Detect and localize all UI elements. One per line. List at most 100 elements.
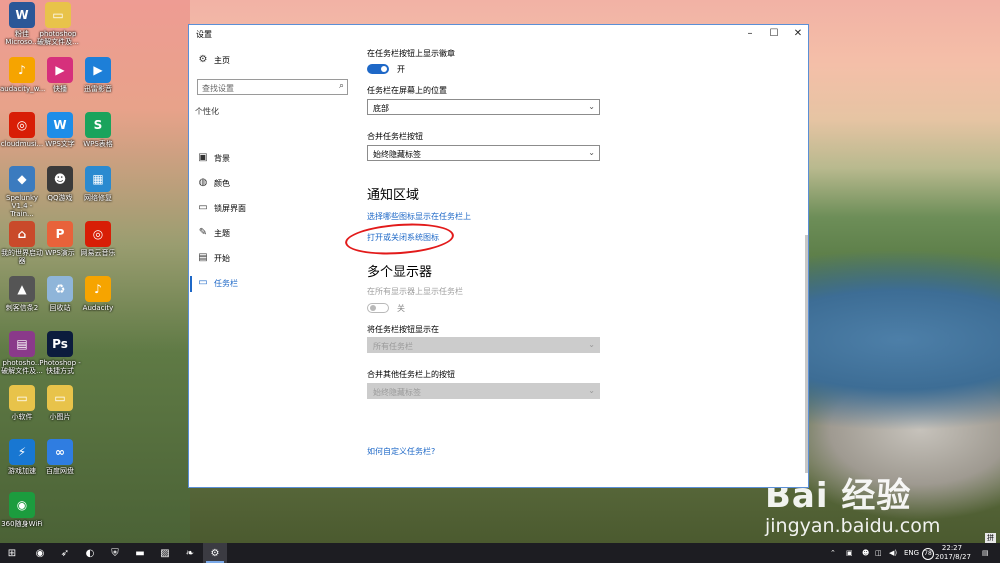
show-all-displays-toggle[interactable] (367, 303, 389, 313)
combine-value: 始终隐藏标签 (373, 150, 421, 159)
wps-sheet-icon: S (85, 112, 111, 138)
baidu-netdisk-icon: ∞ (47, 439, 73, 465)
start-menu-icon: ▤ (198, 252, 208, 263)
tray-overflow-chevron-icon[interactable]: ⌃ (830, 543, 836, 563)
netease-music-icon: ◎ (9, 112, 35, 138)
sidebar-item-lock-screen[interactable]: ▭ 锁屏界面 (189, 199, 355, 219)
desktop-icon[interactable]: ▭ photoshop 破解文件及... (36, 2, 80, 46)
sidebar-item-taskbar[interactable]: ▭ 任务栏 (189, 274, 355, 294)
photoshop-icon: Ps (47, 331, 73, 357)
desktop-icon-label: 迅雷影音 (84, 85, 112, 93)
theme-brush-icon: ✎ (198, 227, 208, 238)
desktop-icon[interactable]: Ps Photoshop - 快捷方式 (38, 331, 82, 375)
photos-icon[interactable]: ▨ (153, 543, 177, 563)
system-icons-link[interactable]: 打开或关闭系统图标 (344, 220, 455, 258)
file-explorer-icon[interactable]: ▬ (128, 543, 152, 563)
badges-toggle[interactable] (367, 64, 389, 74)
desktop-icon[interactable]: ∞ 百度网盘 (38, 439, 82, 475)
customize-taskbar-link[interactable]: 如何自定义任务栏? (367, 446, 435, 457)
folder-icon-small-software: ▭ (9, 385, 35, 411)
badges-toggle-state: 开 (397, 65, 405, 74)
show-all-displays-state: 关 (397, 304, 405, 313)
assassin-creed-icon: ▲ (9, 276, 35, 302)
ime-indicator[interactable]: 拼 (985, 533, 996, 543)
sidebar-item-start[interactable]: ▤ 开始 (189, 249, 355, 269)
browser-feather-icon[interactable]: ➶ (53, 543, 77, 563)
folder-icon: ▭ (45, 2, 71, 28)
desktop-icon[interactable]: ◉ 360随身WiFi (0, 492, 44, 528)
search-input[interactable]: 查找设置 ⌕ (197, 79, 348, 95)
clock-time: 22:27 (941, 544, 963, 552)
network-icon[interactable]: ◫ (875, 543, 882, 563)
sidebar-item-themes[interactable]: ✎ 主题 (189, 224, 355, 244)
maximize-button[interactable]: ☐ (762, 27, 786, 41)
select-taskbar-icons-link[interactable]: 选择哪些图标显示在任务栏上 (367, 211, 471, 222)
wifi-360-icon: ◉ (9, 492, 35, 518)
browser-360-icon[interactable]: ◉ (28, 543, 52, 563)
combine-other-dropdown[interactable]: 始终隐藏标签 ⌄ (367, 383, 600, 399)
palette-icon: ◍ (198, 177, 208, 188)
sidebar-home-label: 主页 (214, 56, 230, 65)
taskbar-settings-content: 在任务栏按钮上显示徽章 开 任务栏在屏幕上的位置 底部 ⌄ 合并任务栏按钮 始终… (344, 43, 787, 487)
folder-icon-small-pictures: ▭ (47, 385, 73, 411)
picture-icon: ▣ (198, 152, 208, 163)
badges-label: 在任务栏按钮上显示徽章 (367, 49, 455, 58)
show-all-displays-label: 在所有显示器上显示任务栏 (367, 287, 463, 296)
sidebar-item-label: 主题 (214, 229, 230, 238)
show-buttons-dropdown[interactable]: 所有任务栏 ⌄ (367, 337, 600, 353)
position-label: 任务栏在屏幕上的位置 (367, 86, 447, 95)
combine-other-value: 始终隐藏标签 (373, 388, 421, 397)
window-title: 设置 (196, 30, 212, 39)
watermark-url: jingyan.baidu.com (765, 515, 941, 537)
action-center-icon[interactable]: ▤ (982, 543, 989, 563)
game-icon: ◆ (9, 166, 35, 192)
desktop-icon[interactable]: S WPS表格 (76, 112, 120, 148)
sidebar-item-home[interactable]: ⚙ 主页 (189, 51, 355, 71)
section-personalization: 个性化 (195, 107, 219, 116)
settings-gear-icon[interactable]: ⚙ (203, 543, 227, 563)
desktop-icon[interactable]: ◎ 网易云音乐 (76, 221, 120, 257)
xunlei-icon[interactable]: ◐ (78, 543, 102, 563)
sidebar-item-label: 颜色 (214, 179, 230, 188)
chevron-down-icon: ⌄ (588, 340, 595, 349)
chevron-down-icon: ⌄ (588, 148, 595, 157)
taskbar: ⊞ ◉ ➶ ◐ ⛨ ▬ ▨ ❧ ⚙ ⌃ ▣ ☻ ◫ ◀) ENG 78 22:27 2017/… (0, 543, 1000, 563)
input-language[interactable]: ENG (904, 543, 919, 563)
sidebar-item-colors[interactable]: ◍ 颜色 (189, 174, 355, 194)
desktop-icon[interactable]: ▦ 网络修复 (76, 166, 120, 202)
vertical-scrollbar[interactable] (805, 235, 808, 473)
minimize-button[interactable]: – (738, 27, 762, 41)
settings-sidebar: ⚙ 主页 查找设置 ⌕ 个性化 ▣ 背景 ◍ 颜色 ▭ 锁屏界面 ✎ 主题 ▤ … (189, 43, 355, 487)
sidebar-item-background[interactable]: ▣ 背景 (189, 149, 355, 169)
chevron-down-icon: ⌄ (588, 102, 595, 111)
word-doc-icon: W (9, 2, 35, 28)
volume-icon[interactable]: ◀) (889, 543, 897, 563)
taskbar-clock[interactable]: 22:27 2017/8/27 (935, 544, 971, 562)
close-button[interactable]: ✕ (786, 27, 810, 41)
feather-app-icon[interactable]: ❧ (178, 543, 202, 563)
tray-badge[interactable]: 78 (922, 548, 934, 560)
combine-dropdown[interactable]: 始终隐藏标签 ⌄ (367, 145, 600, 161)
position-dropdown[interactable]: 底部 ⌄ (367, 99, 600, 115)
video-player-icon: ▶ (47, 57, 73, 83)
settings-window: 设置 – ☐ ✕ ⚙ 主页 查找设置 ⌕ 个性化 ▣ 背景 ◍ 颜色 ▭ 锁屏界… (188, 24, 809, 488)
qq-game-icon: ☻ (47, 166, 73, 192)
audacity-icon: ♪ (85, 276, 111, 302)
tray-qq-icon[interactable]: ☻ (862, 543, 869, 563)
desktop-icon-label: 网易云音乐 (80, 249, 116, 257)
winrar-archive-icon: ▤ (9, 331, 35, 357)
desktop-icon[interactable]: ▶ 迅雷影音 (76, 57, 120, 93)
desktop-icon-label: 百度网盘 (46, 467, 74, 475)
tray-app-icon[interactable]: ▣ (846, 543, 853, 563)
windows-start-icon[interactable]: ⊞ (0, 543, 24, 563)
netease-cloud-music-icon: ◎ (85, 221, 111, 247)
combine-label: 合并任务栏按钮 (367, 132, 423, 141)
shield-security-icon[interactable]: ⛨ (103, 543, 127, 563)
sidebar-item-label: 锁屏界面 (214, 204, 246, 213)
desktop-icon[interactable]: ▭ 小图片 (38, 385, 82, 421)
desktop-icon-label: WPS表格 (83, 140, 113, 148)
desktop-icon[interactable]: ♪ Audacity (76, 276, 120, 312)
title-bar[interactable]: 设置 – ☐ ✕ (189, 25, 808, 43)
desktop-icon-label: 网络修复 (84, 194, 112, 202)
taskbar-icon: ▭ (198, 277, 208, 288)
